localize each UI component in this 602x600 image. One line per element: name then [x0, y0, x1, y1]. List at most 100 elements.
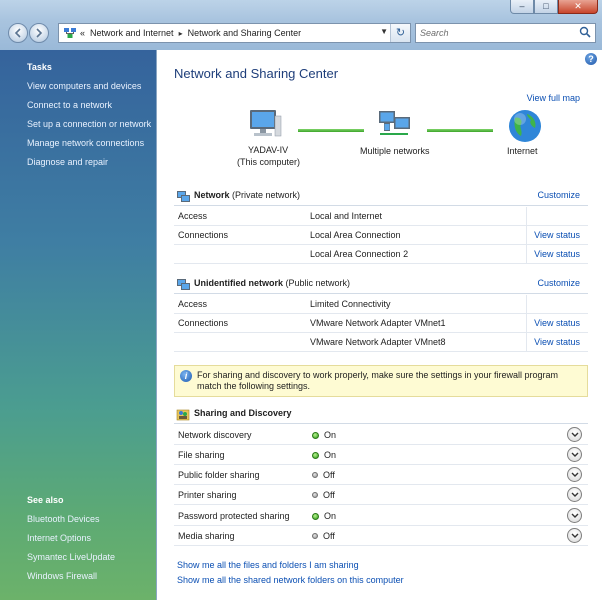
connection-row: Connections VMware Network Adapter VMnet…: [174, 314, 588, 333]
access-label: Access: [178, 299, 208, 309]
access-label: Access: [178, 211, 208, 221]
refresh-icon[interactable]: ↻: [390, 24, 410, 42]
sharing-label: Printer sharing: [178, 490, 237, 500]
connection-name: Local Area Connection: [310, 230, 401, 240]
sharing-status: Off: [312, 470, 335, 480]
network-icon: [177, 279, 190, 290]
expand-button[interactable]: [567, 508, 582, 523]
customize-link[interactable]: Customize: [537, 190, 580, 200]
network-name: Unidentified network (Public network): [194, 278, 350, 288]
forward-button[interactable]: [29, 23, 49, 43]
help-icon[interactable]: ?: [585, 53, 597, 65]
sharing-row: Password protected sharing On: [174, 506, 588, 526]
sidebar-link-internet-options[interactable]: Internet Options: [27, 533, 91, 543]
status-on-icon: [312, 451, 319, 459]
connection-name: Local Area Connection 2: [310, 249, 409, 259]
back-button[interactable]: [8, 23, 28, 43]
status-off-icon: [312, 533, 318, 539]
breadcrumb-network-and-internet[interactable]: Network and Internet: [90, 28, 174, 38]
chevron-down-icon: [571, 492, 579, 497]
sharing-status: On: [312, 450, 336, 460]
map-link-line-2: [427, 129, 493, 132]
sidebar-link-firewall[interactable]: Windows Firewall: [27, 571, 97, 581]
show-shared-files-link[interactable]: Show me all the files and folders I am s…: [177, 560, 359, 570]
sharing-label: File sharing: [178, 450, 225, 460]
network-section-header: Unidentified network (Public network) Cu…: [174, 276, 588, 294]
connection-row: Local Area Connection 2 View status: [174, 245, 588, 264]
column-divider: [526, 333, 527, 352]
chevron-down-icon: [571, 513, 579, 518]
connections-label: Connections: [178, 318, 229, 328]
connection-row: Connections Local Area Connection View s…: [174, 226, 588, 245]
sharing-status: On: [312, 430, 336, 440]
access-value: Limited Connectivity: [310, 299, 391, 309]
address-bar[interactable]: « Network and Internet ▸ Network and Sha…: [58, 23, 411, 43]
sidebar-link-bluetooth[interactable]: Bluetooth Devices: [27, 514, 100, 524]
view-status-link[interactable]: View status: [534, 230, 580, 240]
expand-button[interactable]: [567, 467, 582, 482]
sidebar-link-diagnose-repair[interactable]: Diagnose and repair: [27, 157, 108, 167]
connection-name: VMware Network Adapter VMnet8: [310, 337, 446, 347]
sidebar-link-connect-network[interactable]: Connect to a network: [27, 100, 112, 110]
network-name: Network (Private network): [194, 190, 300, 200]
network-name-text: Unidentified network: [194, 278, 284, 288]
maximize-button[interactable]: □: [534, 0, 558, 14]
minimize-button[interactable]: –: [510, 0, 534, 14]
expand-button[interactable]: [567, 528, 582, 543]
search-input[interactable]: Search: [415, 23, 596, 43]
view-status-link[interactable]: View status: [534, 337, 580, 347]
column-divider: [526, 295, 527, 314]
breadcrumb-overflow[interactable]: «: [80, 28, 85, 38]
sidebar-link-manage-connections[interactable]: Manage network connections: [27, 138, 144, 148]
sidebar-link-setup-connection[interactable]: Set up a connection or network: [27, 119, 151, 129]
status-text: Off: [323, 531, 335, 541]
sharing-row: Network discovery On: [174, 425, 588, 445]
connection-name: VMware Network Adapter VMnet1: [310, 318, 446, 328]
sidebar-link-view-computers[interactable]: View computers and devices: [27, 81, 141, 91]
status-text: On: [324, 450, 337, 460]
map-link-line-1: [298, 129, 364, 132]
computer-icon: [250, 110, 282, 137]
expand-button[interactable]: [567, 487, 582, 502]
sharing-row: File sharing On: [174, 445, 588, 465]
sidebar-link-symantec[interactable]: Symantec LiveUpdate: [27, 552, 115, 562]
show-shared-folders-link[interactable]: Show me all the shared network folders o…: [177, 575, 404, 585]
info-icon: i: [180, 370, 192, 382]
close-button[interactable]: ✕: [558, 0, 598, 14]
column-divider: [526, 226, 527, 245]
network-type: (Public network): [285, 278, 351, 288]
access-row: Access Local and Internet: [174, 207, 588, 226]
arrow-right-icon: [36, 28, 43, 38]
chevron-right-icon[interactable]: ▸: [179, 29, 183, 38]
access-row: Access Limited Connectivity: [174, 295, 588, 314]
firewall-notice: i For sharing and discovery to work prop…: [174, 365, 588, 397]
sharing-label: Network discovery: [178, 430, 252, 440]
view-status-link[interactable]: View status: [534, 318, 580, 328]
expand-button[interactable]: [567, 447, 582, 462]
network-type: (Private network): [232, 190, 301, 200]
window-chrome: – □ ✕ « Network and Internet ▸ Network a…: [0, 0, 602, 50]
chevron-down-icon[interactable]: ▼: [380, 27, 388, 36]
status-off-icon: [312, 492, 318, 498]
see-also-heading: See also: [27, 495, 64, 505]
sharing-title: Sharing and Discovery: [194, 408, 292, 418]
globe-icon: [509, 110, 541, 142]
arrow-left-icon: [14, 28, 21, 38]
search-icon[interactable]: [579, 26, 591, 38]
sharing-icon: [176, 409, 190, 421]
window-controls: – □ ✕: [510, 0, 598, 14]
search-placeholder: Search: [420, 28, 449, 38]
map-computer-sub: (This computer): [237, 157, 301, 167]
expand-button[interactable]: [567, 427, 582, 442]
breadcrumb-network-and-sharing-center[interactable]: Network and Sharing Center: [188, 28, 302, 38]
view-status-link[interactable]: View status: [534, 249, 580, 259]
chevron-down-icon: [571, 452, 579, 457]
status-text: Off: [323, 490, 335, 500]
status-text: Off: [323, 470, 335, 480]
view-full-map-link[interactable]: View full map: [527, 93, 580, 103]
status-on-icon: [312, 512, 319, 520]
network-section-header: Network (Private network) Customize: [174, 188, 588, 206]
notice-text: For sharing and discovery to work proper…: [197, 370, 558, 391]
customize-link[interactable]: Customize: [537, 278, 580, 288]
sharing-label: Media sharing: [178, 531, 235, 541]
